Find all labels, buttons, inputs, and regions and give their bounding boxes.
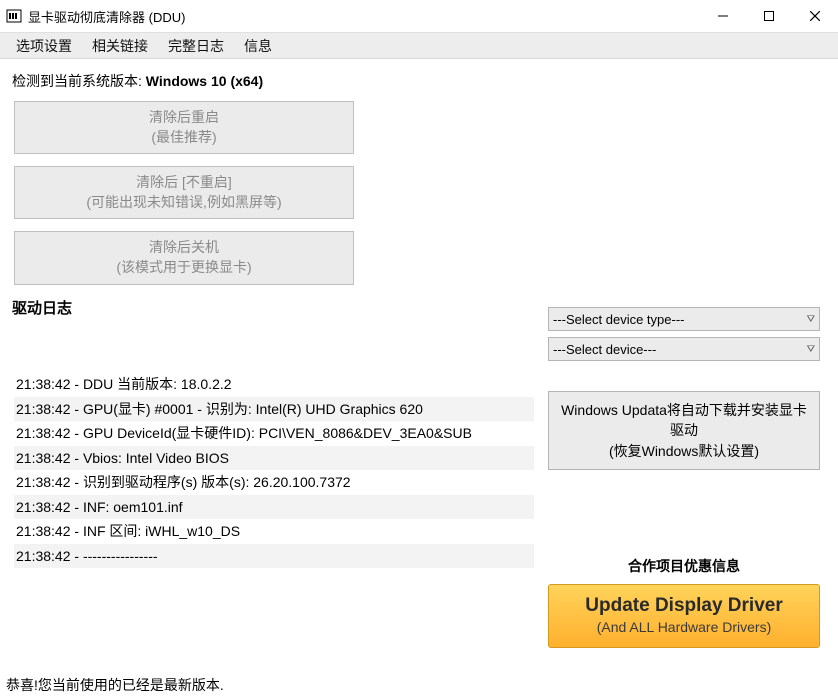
chevron-down-icon: ⛛	[807, 314, 815, 325]
close-button[interactable]	[792, 0, 838, 32]
menu-info[interactable]: 信息	[234, 33, 282, 59]
titlebar: 显卡驱动彻底清除器 (DDU)	[0, 0, 838, 32]
log-line: 21:38:42 - GPU(显卡) #0001 - 识别为: Intel(R)…	[14, 397, 534, 422]
log-label: 驱动日志	[12, 297, 528, 318]
log-line: 21:38:42 - INF 区间: iWHL_w10_DS	[14, 519, 534, 544]
clean-no-restart-line2: (可能出现未知错误,例如黑屏等)	[19, 193, 349, 213]
log-line: 21:38:42 - 识别到驱动程序(s) 版本(s): 26.20.100.7…	[14, 470, 534, 495]
menu-options[interactable]: 选项设置	[6, 33, 82, 59]
menu-links[interactable]: 相关链接	[82, 33, 158, 59]
log-line: 21:38:42 - DDU 当前版本: 18.0.2.2	[14, 372, 534, 397]
status-text: 恭喜!您当前使用的已经是最新版本.	[6, 677, 224, 693]
minimize-button[interactable]	[700, 0, 746, 32]
clean-and-shutdown-button[interactable]: 清除后关机 (该模式用于更换显卡)	[14, 231, 354, 284]
detected-os-prefix: 检测到当前系统版本:	[12, 73, 146, 89]
status-bar: 恭喜!您当前使用的已经是最新版本.	[0, 673, 838, 697]
app-title: 显卡驱动彻底清除器 (DDU)	[28, 7, 185, 26]
maximize-button[interactable]	[746, 0, 792, 32]
app-icon	[6, 8, 22, 24]
left-column: 检测到当前系统版本: Windows 10 (x64) 清除后重启 (最佳推荐)…	[10, 69, 528, 324]
log-line: 21:38:42 - INF: oem101.inf	[14, 495, 534, 520]
device-type-select[interactable]: ---Select device type--- ⛛	[548, 307, 820, 331]
clean-and-restart-button[interactable]: 清除后重启 (最佳推荐)	[14, 101, 354, 154]
log-line: 21:38:42 - ----------------	[14, 544, 534, 569]
device-type-value: ---Select device type---	[553, 312, 684, 327]
clean-and-shutdown-line1: 清除后关机	[19, 238, 349, 258]
update-driver-line2: (And ALL Hardware Drivers)	[553, 619, 815, 635]
chevron-down-icon: ⛛	[807, 344, 815, 355]
device-select[interactable]: ---Select device--- ⛛	[548, 337, 820, 361]
update-display-driver-button[interactable]: Update Display Driver (And ALL Hardware …	[548, 584, 820, 648]
update-driver-line1: Update Display Driver	[553, 595, 815, 617]
log-line: 21:38:42 - GPU DeviceId(显卡硬件ID): PCI\VEN…	[14, 421, 534, 446]
detected-os-value: Windows 10 (x64)	[146, 73, 263, 89]
detected-os-line: 检测到当前系统版本: Windows 10 (x64)	[12, 71, 528, 91]
right-column: ---Select device type--- ⛛ ---Select dev…	[548, 307, 820, 697]
restore-line2: (恢复Windows默认设置)	[557, 441, 811, 461]
clean-and-restart-line1: 清除后重启	[19, 108, 349, 128]
menubar: 选项设置 相关链接 完整日志 信息	[0, 32, 838, 59]
window-controls	[700, 0, 838, 32]
device-value: ---Select device---	[553, 342, 656, 357]
clean-no-restart-button[interactable]: 清除后 [不重启] (可能出现未知错误,例如黑屏等)	[14, 166, 354, 219]
clean-no-restart-line1: 清除后 [不重启]	[19, 173, 349, 193]
menu-fulllog[interactable]: 完整日志	[158, 33, 234, 59]
restore-line1: Windows Updata将自动下载并安装显卡驱动	[557, 400, 811, 441]
clean-and-shutdown-line2: (该模式用于更换显卡)	[19, 258, 349, 278]
clean-and-restart-line2: (最佳推荐)	[19, 128, 349, 148]
log-line: 21:38:42 - Vbios: Intel Video BIOS	[14, 446, 534, 471]
log-box[interactable]: 21:38:42 - DDU 当前版本: 18.0.2.2 21:38:42 -…	[14, 372, 534, 697]
restore-windows-update-button[interactable]: Windows Updata将自动下载并安装显卡驱动 (恢复Windows默认设…	[548, 391, 820, 470]
partner-label: 合作项目优惠信息	[548, 556, 820, 576]
